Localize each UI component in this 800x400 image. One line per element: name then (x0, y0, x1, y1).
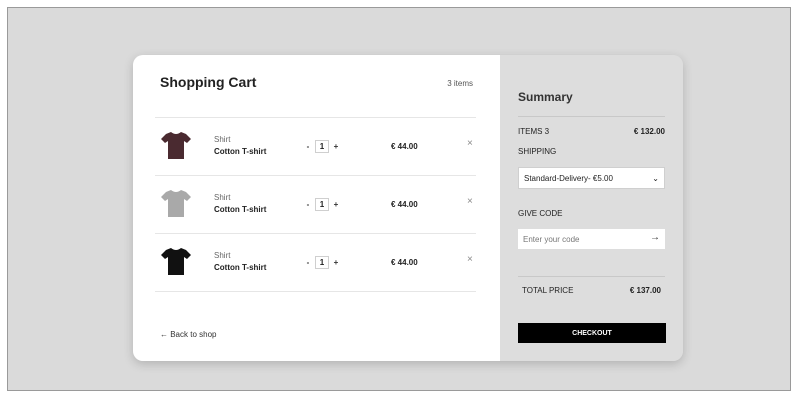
shipping-select[interactable]: Standard-Delivery- €5.00 ⌄ (518, 167, 665, 189)
increase-qty-button[interactable]: + (333, 142, 339, 151)
item-price: € 44.00 (391, 200, 418, 209)
tshirt-image (161, 132, 191, 159)
quantity-stepper: - 1 + (305, 140, 339, 153)
tshirt-image (161, 190, 191, 217)
checkout-button[interactable]: CHECKOUT (518, 323, 666, 343)
cart-card: Shopping Cart 3 items Shirt Cotton T-shi… (133, 55, 683, 361)
items-total: € 132.00 (633, 127, 665, 136)
decrease-qty-button[interactable]: - (305, 258, 311, 267)
tshirt-shape (161, 248, 191, 275)
increase-qty-button[interactable]: + (333, 258, 339, 267)
item-price: € 44.00 (391, 142, 418, 151)
promo-code-input[interactable] (518, 229, 665, 249)
remove-item-icon[interactable]: × (467, 254, 473, 265)
total-price-value: € 137.00 (629, 286, 661, 295)
chevron-down-icon: ⌄ (652, 174, 659, 183)
item-meta: Shirt Cotton T-shirt (214, 135, 266, 156)
item-name: Cotton T-shirt (214, 263, 267, 272)
cart-item-row: Shirt Cotton T-shirt - 1 + € 44.00 × (155, 175, 476, 233)
quantity-stepper: - 1 + (305, 256, 339, 269)
total-price-label: TOTAL PRICE (522, 286, 574, 295)
cart-item-row: Shirt Cotton T-shirt - 1 + € 44.00 × (155, 117, 476, 175)
decrease-qty-button[interactable]: - (305, 200, 311, 209)
items-label: ITEMS 3 (518, 127, 550, 136)
item-name: Cotton T-shirt (214, 147, 267, 156)
cart-item-row: Shirt Cotton T-shirt - 1 + € 44.00 × (155, 233, 476, 292)
item-category: Shirt (214, 251, 231, 260)
quantity-value[interactable]: 1 (315, 256, 329, 269)
summary-divider (518, 276, 665, 277)
tshirt-shape (161, 190, 191, 217)
cart-title: Shopping Cart (160, 74, 257, 90)
summary-panel: Summary ITEMS 3 € 132.00 SHIPPING Standa… (500, 55, 683, 361)
cart-items-list: Shirt Cotton T-shirt - 1 + € 44.00 × Shi… (155, 117, 476, 292)
item-meta: Shirt Cotton T-shirt (214, 193, 266, 214)
tshirt-shape (161, 132, 191, 159)
back-to-shop-link[interactable]: ← Back to shop (160, 330, 216, 339)
item-category: Shirt (214, 135, 231, 144)
summary-title: Summary (518, 90, 573, 104)
cart-item-count: 3 items (447, 79, 473, 88)
shipping-selected-value: Standard-Delivery- €5.00 (524, 173, 613, 183)
increase-qty-button[interactable]: + (333, 200, 339, 209)
quantity-stepper: - 1 + (305, 198, 339, 211)
code-label: GIVE CODE (518, 209, 563, 218)
arrow-right-icon[interactable]: → (650, 232, 660, 243)
tshirt-image (161, 248, 191, 275)
item-price: € 44.00 (391, 258, 418, 267)
summary-divider (518, 116, 665, 117)
page-background: Shopping Cart 3 items Shirt Cotton T-shi… (7, 7, 791, 391)
cart-panel: Shopping Cart 3 items Shirt Cotton T-shi… (133, 55, 500, 361)
item-meta: Shirt Cotton T-shirt (214, 251, 266, 272)
decrease-qty-button[interactable]: - (305, 142, 311, 151)
remove-item-icon[interactable]: × (467, 196, 473, 207)
quantity-value[interactable]: 1 (315, 140, 329, 153)
item-name: Cotton T-shirt (214, 205, 267, 214)
quantity-value[interactable]: 1 (315, 198, 329, 211)
shipping-label: SHIPPING (518, 147, 557, 156)
item-category: Shirt (214, 193, 231, 202)
remove-item-icon[interactable]: × (467, 138, 473, 149)
